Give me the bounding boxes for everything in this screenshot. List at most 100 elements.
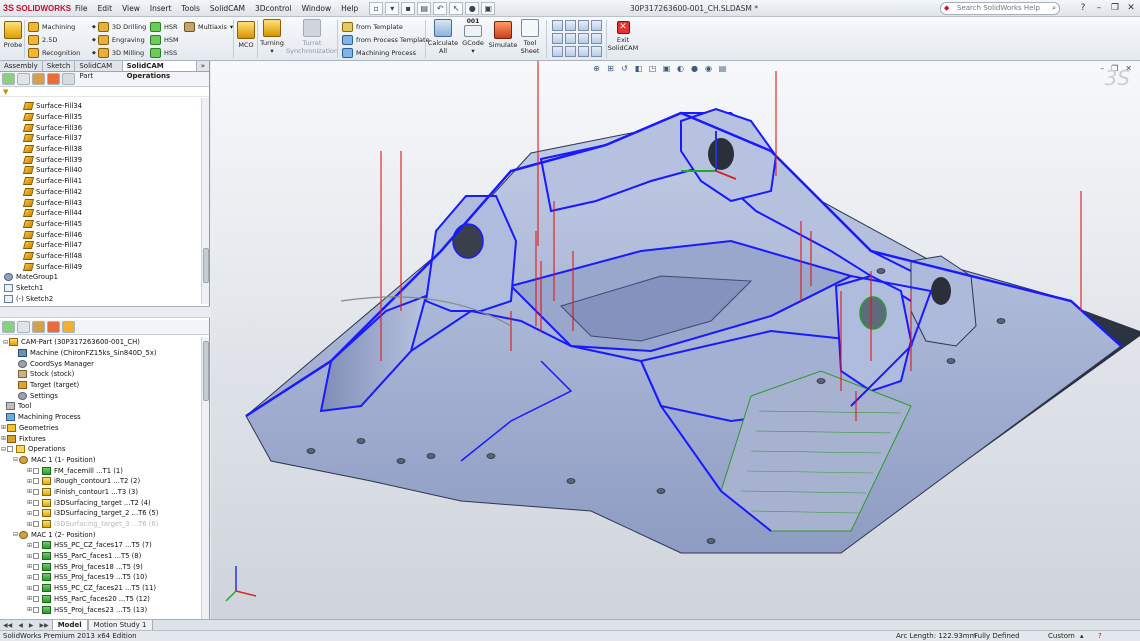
- mac-position-1-item[interactable]: ⊟ MAC 1 (1- Position): [0, 455, 201, 466]
- view-toolbar-icon[interactable]: [565, 46, 576, 57]
- surface-fill-item[interactable]: Surface-Fill49: [0, 261, 201, 272]
- view-toolbar-icon[interactable]: [552, 46, 563, 57]
- view-toolbar-icon[interactable]: [565, 20, 576, 31]
- surface-fill-item[interactable]: Surface-Fill48: [0, 251, 201, 262]
- suppress-checkbox[interactable]: [33, 521, 39, 528]
- cam-tree-scrollbar[interactable]: [201, 337, 209, 619]
- tabs-overflow-icon[interactable]: »: [197, 61, 209, 71]
- options-icon[interactable]: ▣: [481, 1, 496, 15]
- select-icon[interactable]: ↖: [449, 1, 464, 15]
- collapse-icon[interactable]: ⊟: [2, 339, 9, 346]
- display-manager-icon[interactable]: [47, 321, 60, 333]
- target-item[interactable]: Target (target): [0, 380, 201, 391]
- operation-item[interactable]: ⊞ HSS_ParC_faces20 ...T5 (12): [0, 594, 201, 605]
- machining-process-item[interactable]: Machining Process: [0, 412, 201, 423]
- view-toolbar-icon[interactable]: [552, 33, 563, 44]
- suppress-checkbox[interactable]: [33, 606, 39, 613]
- surface-fill-item[interactable]: Surface-Fill47: [0, 240, 201, 251]
- mategroup-item[interactable]: MateGroup1: [0, 272, 201, 283]
- surface-fill-item[interactable]: Surface-Fill44: [0, 208, 201, 219]
- menu-3dcontrol[interactable]: 3Dcontrol: [250, 0, 297, 17]
- tab-solidcam-part[interactable]: SolidCAM Part: [75, 61, 123, 80]
- surface-fill-item[interactable]: Surface-Fill40: [0, 165, 201, 176]
- collapse-icon[interactable]: ⊟: [0, 446, 7, 453]
- feature-manager-icon[interactable]: [2, 73, 15, 85]
- view-toolbar-icon[interactable]: [578, 33, 589, 44]
- property-manager-icon[interactable]: [17, 321, 30, 333]
- restore-icon[interactable]: ❐: [1110, 2, 1120, 14]
- operation-item[interactable]: ⊞ HSS_Proj_faces19 ...T5 (10): [0, 572, 201, 583]
- expand-icon[interactable]: ⊞: [26, 606, 33, 613]
- surface-fill-item[interactable]: Surface-Fill41: [0, 176, 201, 187]
- machine-item[interactable]: Machine (ChironFZ15ks_Sin840D_5x): [0, 348, 201, 359]
- configuration-manager-icon[interactable]: [32, 321, 45, 333]
- tool-sheet-button[interactable]: Tool Sheet: [518, 19, 542, 55]
- search-icon[interactable]: ⌕: [1052, 3, 1056, 14]
- solidcam-manager-icon[interactable]: [62, 321, 75, 333]
- collapse-icon[interactable]: ⊟: [12, 531, 19, 538]
- expand-icon[interactable]: ⊞: [0, 435, 7, 442]
- prev-tab-arrow-icon[interactable]: ◀: [18, 622, 23, 629]
- scrollbar-thumb[interactable]: [203, 341, 209, 401]
- view-toolbar-icon[interactable]: [578, 20, 589, 31]
- menu-view[interactable]: View: [117, 0, 145, 17]
- sketch2-item[interactable]: (-) Sketch2: [0, 293, 201, 303]
- tab-model[interactable]: Model: [51, 619, 88, 631]
- geometries-item[interactable]: ⊞ Geometries: [0, 423, 201, 434]
- turning-button[interactable]: Turning ▾: [259, 19, 285, 55]
- simulate-button[interactable]: Simulate: [489, 21, 517, 49]
- engraving-button[interactable]: ◆ Engraving: [92, 33, 145, 46]
- operation-item[interactable]: ⊞ i3DSurfacing_target_2 ...T6 (5): [0, 508, 201, 519]
- fixtures-item[interactable]: ⊞ Fixtures: [0, 433, 201, 444]
- suppress-checkbox[interactable]: [33, 585, 39, 592]
- settings-item[interactable]: Settings: [0, 390, 201, 401]
- view-toolbar-icon[interactable]: [591, 46, 602, 57]
- property-manager-icon[interactable]: [17, 73, 30, 85]
- suppress-checkbox[interactable]: [33, 478, 39, 485]
- surface-fill-item[interactable]: Surface-Fill45: [0, 219, 201, 230]
- menu-help[interactable]: Help: [336, 0, 363, 17]
- recognition-button[interactable]: Recognition: [28, 46, 80, 59]
- expand-icon[interactable]: ⊞: [26, 542, 33, 549]
- tree-filter[interactable]: ▼: [0, 87, 209, 97]
- mco-button[interactable]: MCO: [236, 21, 256, 49]
- display-manager-icon[interactable]: [47, 73, 60, 85]
- print-icon[interactable]: ▤: [417, 1, 432, 15]
- view-toolbar-icon[interactable]: [591, 33, 602, 44]
- suppress-checkbox[interactable]: [33, 595, 39, 602]
- surface-fill-item[interactable]: Surface-Fill35: [0, 112, 201, 123]
- mac-position-2-item[interactable]: ⊟ MAC 1 (2- Position): [0, 529, 201, 540]
- menu-insert[interactable]: Insert: [145, 0, 177, 17]
- units-dropdown-icon[interactable]: ▴: [1080, 631, 1084, 641]
- operation-item[interactable]: ⊞ HSS_PC_CZ_faces21 ...T5 (11): [0, 583, 201, 594]
- menu-file[interactable]: File: [70, 0, 93, 17]
- sketch1-item[interactable]: Sketch1: [0, 283, 201, 294]
- tab-sketch[interactable]: Sketch: [43, 61, 76, 71]
- menu-tools[interactable]: Tools: [176, 0, 204, 17]
- surface-fill-item[interactable]: Surface-Fill37: [0, 133, 201, 144]
- expand-icon[interactable]: ⊞: [26, 499, 33, 506]
- tab-motion-study[interactable]: Motion Study 1: [87, 619, 153, 631]
- expand-icon[interactable]: ⊞: [26, 553, 33, 560]
- hsr-button[interactable]: HSR: [150, 20, 178, 33]
- from-template-button[interactable]: from Template: [342, 20, 403, 33]
- surface-fill-item[interactable]: Surface-Fill38: [0, 144, 201, 155]
- coordsys-manager-item[interactable]: CoordSys Manager: [0, 358, 201, 369]
- rebuild-icon[interactable]: ●: [465, 1, 480, 15]
- surface-fill-item[interactable]: Surface-Fill34: [0, 101, 201, 112]
- surface-fill-item[interactable]: Surface-Fill46: [0, 229, 201, 240]
- save-icon[interactable]: ▪: [401, 1, 416, 15]
- tool-item[interactable]: Tool: [0, 401, 201, 412]
- expand-icon[interactable]: ⊞: [26, 478, 33, 485]
- operation-item[interactable]: ⊞ FM_facemill ...T1 (1): [0, 465, 201, 476]
- suppress-checkbox[interactable]: [33, 467, 39, 474]
- solidcam-manager-icon[interactable]: [62, 73, 75, 85]
- suppress-checkbox[interactable]: [33, 563, 39, 570]
- surface-fill-item[interactable]: Surface-Fill39: [0, 154, 201, 165]
- suppress-checkbox[interactable]: [33, 542, 39, 549]
- tab-solidcam-operations[interactable]: SolidCAM Operations: [122, 61, 197, 80]
- quick-tips-icon[interactable]: ?: [1098, 631, 1102, 641]
- 25d-button[interactable]: 2.5D: [28, 33, 57, 46]
- help-search-input[interactable]: ◆ Search SolidWorks Help ⌕: [940, 2, 1060, 15]
- operation-item[interactable]: ⊞ HSS_Proj_faces23 ...T5 (13): [0, 604, 201, 615]
